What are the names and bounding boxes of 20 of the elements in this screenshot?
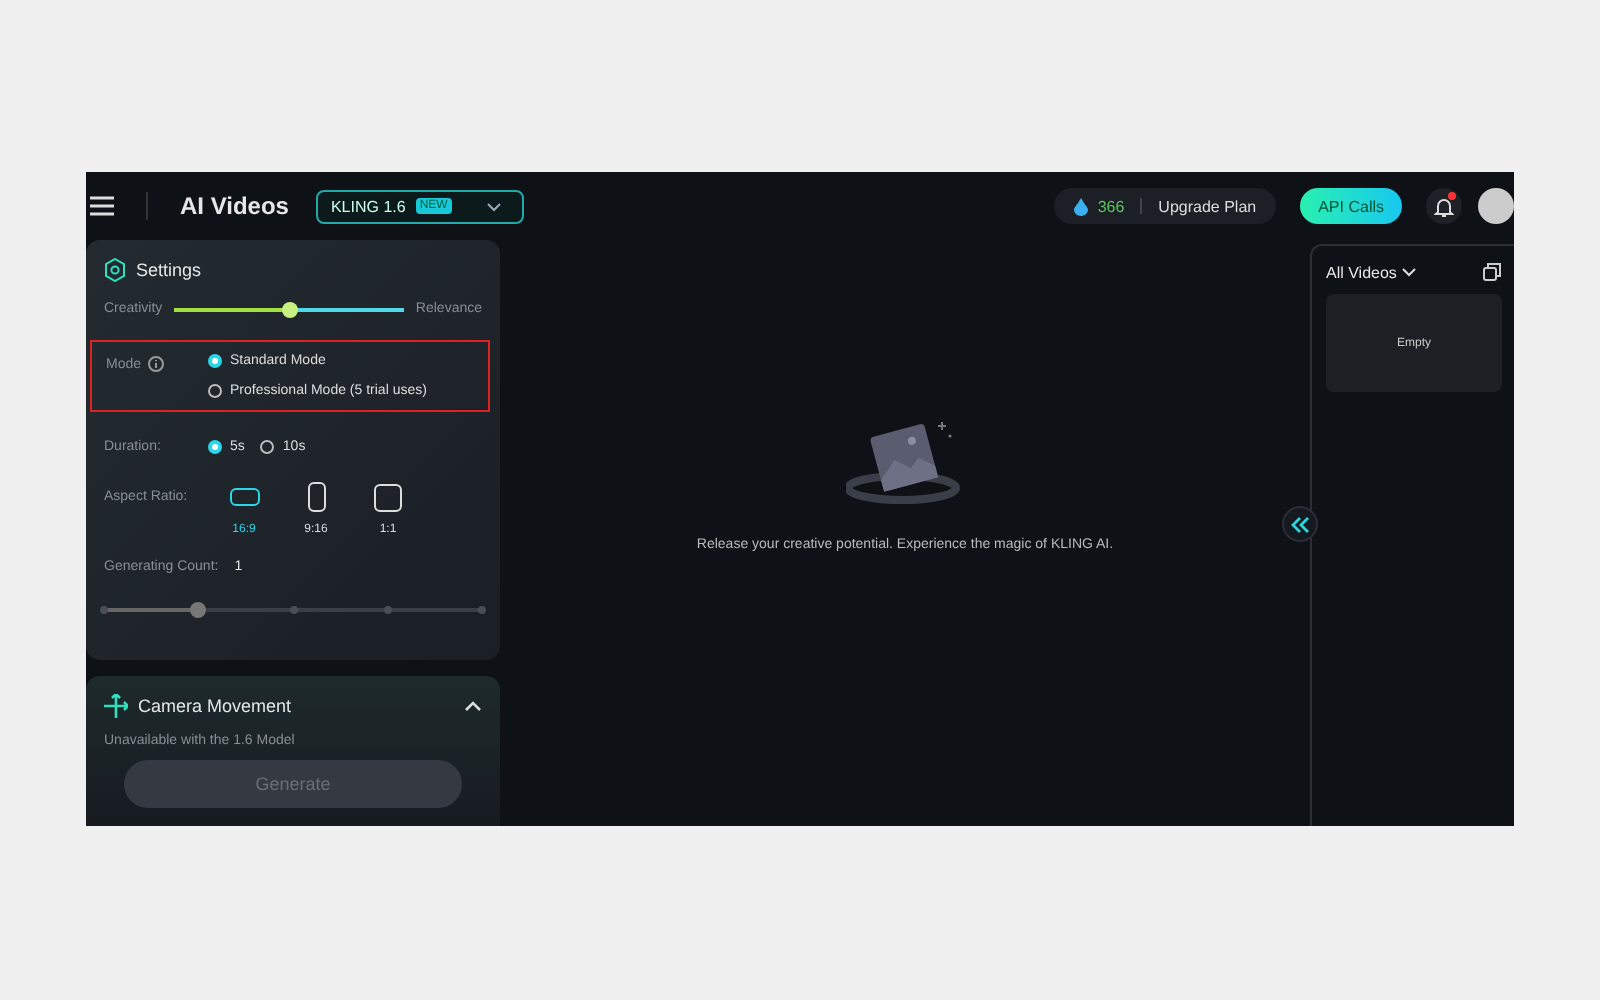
move-icon — [104, 694, 128, 718]
api-calls-button[interactable]: API Calls — [1300, 188, 1402, 224]
info-icon[interactable] — [147, 356, 164, 372]
copy-icon[interactable] — [1482, 262, 1502, 282]
bell-icon — [1434, 195, 1454, 217]
menu-icon[interactable] — [90, 196, 114, 216]
credit-count: 366 — [1097, 197, 1125, 215]
chevron-icon[interactable] — [1402, 267, 1417, 277]
double-chevron-icon — [1290, 515, 1310, 533]
notification-button[interactable] — [1426, 188, 1462, 224]
page-title: AI Videos — [180, 192, 289, 220]
avatar[interactable] — [1478, 188, 1514, 224]
chevron-icon — [485, 201, 502, 211]
hexagon-icon — [104, 258, 126, 282]
camera-title: Camera Movement — [138, 696, 292, 716]
videos-filter[interactable]: All Videos — [1326, 263, 1397, 281]
upgrade-link[interactable]: Upgrade Plan — [1158, 197, 1257, 215]
drop-icon — [1073, 197, 1088, 215]
collapse-panel-button[interactable] — [1282, 506, 1318, 542]
settings-title: Settings — [136, 260, 202, 280]
